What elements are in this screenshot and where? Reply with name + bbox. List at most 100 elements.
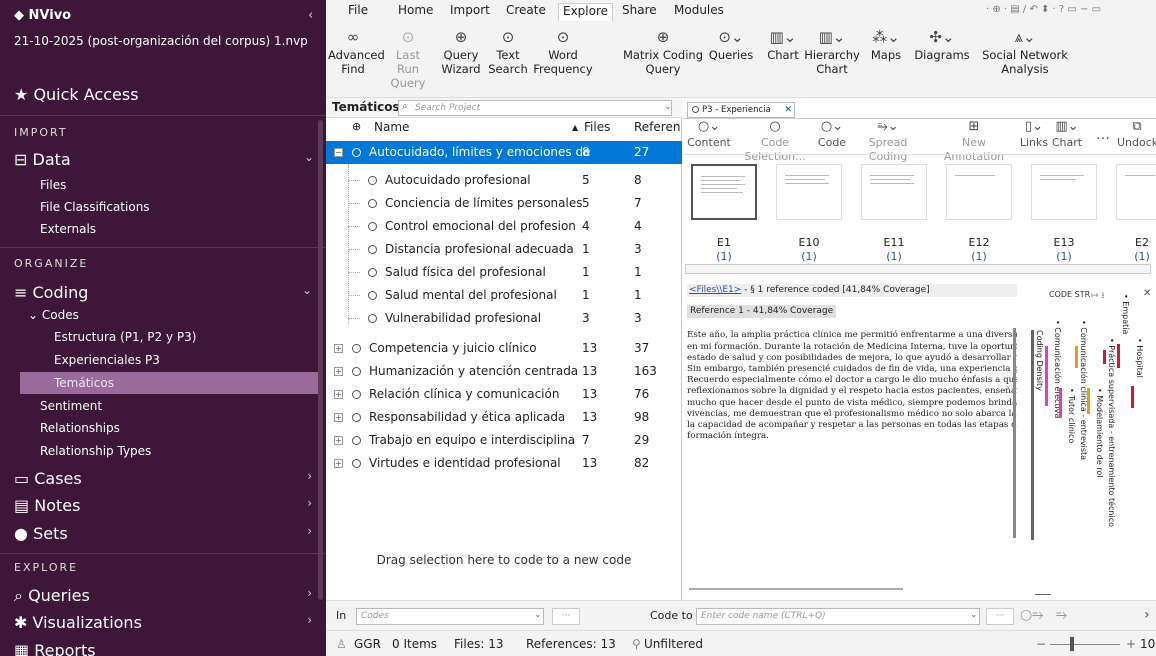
search-input[interactable]: Search Project [398, 100, 672, 116]
thumb-count[interactable]: (1) [1031, 250, 1097, 263]
zoom-in-icon[interactable]: + [1126, 631, 1136, 656]
close-icon[interactable]: ✕ [1143, 288, 1151, 299]
stripe-modelamiento-de-rol[interactable] [1087, 388, 1090, 414]
tab-p3-experiencia[interactable]: P3 - Experiencia ✕ [687, 102, 795, 118]
code-icon[interactable]: ○⥱ [1020, 607, 1043, 623]
table-row[interactable]: Conciencia de límites personales 5 7 [326, 192, 682, 215]
doc-hscrollbar[interactable] [689, 588, 903, 590]
nav-code-tematicos[interactable]: Temáticos [54, 376, 326, 390]
col-files[interactable]: Files [584, 120, 610, 134]
nav-codes[interactable]: ⌄ Codes [28, 308, 326, 322]
thumbnail-e1[interactable] [691, 164, 757, 220]
stripe-hospital[interactable] [1131, 386, 1134, 408]
thumbnail-e11[interactable] [861, 164, 927, 220]
expand-icon[interactable]: + [334, 390, 343, 399]
advanced-find-button[interactable]: ∞ Advanced Find [328, 26, 385, 94]
nav-reports[interactable]: ▦ Reports [14, 641, 324, 656]
code-button[interactable]: ○⌄ Code [817, 120, 847, 150]
content-button[interactable]: ○⌄ Content [685, 120, 733, 150]
doc-scrollbar[interactable] [1013, 328, 1016, 538]
last-run-query-button[interactable]: ⊙ Last Run Query [384, 26, 432, 94]
uncode-icon[interactable]: ⥱ [1056, 607, 1067, 623]
social-network-analysis-button[interactable]: ⩓⌄ Social Network Analysis [980, 26, 1070, 94]
chevron-down-icon[interactable]: ⌄ [664, 102, 672, 112]
thumbnail-e12[interactable] [946, 164, 1012, 220]
nav-sets[interactable]: ● Sets › [14, 524, 324, 543]
add-column-icon[interactable]: ⊕ [352, 120, 361, 133]
nav-file-classifications[interactable]: File Classifications [40, 200, 326, 214]
thumb-count[interactable]: (1) [776, 250, 842, 263]
table-row[interactable]: − Autocuidado, límites y emociones de 8 27 [326, 141, 682, 164]
thumbnail-e2[interactable] [1116, 164, 1156, 220]
expand-icon[interactable]: + [334, 436, 343, 445]
chart-button[interactable]: ▥⌄ Chart [1051, 120, 1083, 150]
quick-access[interactable]: ★ Quick Access [14, 85, 314, 104]
more-icon[interactable]: … [1093, 128, 1113, 142]
collapse-sidebar-button[interactable]: ‹ [308, 8, 313, 23]
nav-queries[interactable]: ⌕ Queries › [14, 586, 324, 606]
zoom-slider-thumb[interactable] [1070, 637, 1074, 651]
stripe-minimize-icon[interactable] [1035, 594, 1051, 595]
drag-to-code-zone[interactable]: Drag selection here to code to a new cod… [326, 553, 682, 567]
stripe-options-icon[interactable]: ↦ ⭳ [1091, 288, 1105, 304]
table-row[interactable]: + Responsabilidad y ética aplicada 13 98 [326, 406, 682, 429]
table-row[interactable]: Vulnerabilidad profesional 3 3 [326, 307, 682, 330]
undock-button[interactable]: ⧉ Undock [1117, 120, 1156, 150]
thumb-count[interactable]: (1) [946, 250, 1012, 263]
table-row[interactable]: + Humanización y atención centrada 13 163 [326, 360, 682, 383]
nav-code-estructura[interactable]: Estructura (P1, P2 y P3) [54, 330, 326, 344]
table-row[interactable]: Salud mental del profesional 1 1 [326, 284, 682, 307]
tab-file[interactable]: File [344, 3, 372, 21]
stripe-empatia[interactable] [1117, 344, 1120, 368]
col-name[interactable]: Name [374, 120, 409, 134]
chevron-right-icon[interactable]: › [1144, 607, 1150, 623]
table-row[interactable]: + Relación clínica y comunicación 13 76 [326, 383, 682, 406]
thumbnail-e10[interactable] [776, 164, 842, 220]
nav-notes[interactable]: ▤ Notes › [14, 496, 324, 515]
tab-modules[interactable]: Modules [670, 3, 728, 21]
spread-coding-button[interactable]: ⥱⌄ Spread Coding [849, 120, 927, 164]
tab-explore[interactable]: Explore [558, 3, 614, 21]
table-row[interactable]: + Trabajo en equipo e interdisciplina 7 29 [326, 429, 682, 452]
document-view[interactable]: <Files\\E1> - § 1 reference coded [41,84… [687, 284, 1017, 584]
word-frequency-button[interactable]: ⊙ Word Frequency [530, 26, 596, 94]
code-selection-button[interactable]: ○ Code Selection... [735, 120, 815, 164]
text-search-button[interactable]: ⊙ Text Search [488, 26, 528, 94]
thumbnail-e13[interactable] [1031, 164, 1097, 220]
thumb-count[interactable]: (1) [1129, 250, 1155, 263]
stripe-coding-density[interactable] [1031, 330, 1034, 540]
close-icon[interactable]: ✕ [784, 103, 792, 117]
tab-import[interactable]: Import [446, 3, 494, 21]
new-annotation-button[interactable]: ⊞ New Annotation [931, 120, 1017, 164]
expand-icon[interactable]: + [334, 367, 343, 376]
zoom-out-icon[interactable]: − [1036, 631, 1046, 656]
stripe-comunicacion-efectiva[interactable] [1045, 346, 1048, 406]
nav-files[interactable]: Files [40, 178, 326, 192]
matrix-coding-query-button[interactable]: ⊕ Matrix Coding Query [620, 26, 706, 94]
tab-share[interactable]: Share [618, 3, 661, 21]
table-row[interactable]: + Virtudes e identidad profesional 13 82 [326, 452, 682, 475]
collapse-icon[interactable]: − [334, 148, 343, 157]
expand-icon[interactable]: + [334, 459, 343, 468]
table-row[interactable]: Autocuidado profesional 5 8 [326, 169, 682, 192]
nav-cases[interactable]: ▭ Cases › [14, 469, 324, 488]
stripe-comunicacion-clinica[interactable] [1075, 346, 1078, 368]
nav-code-experienciales[interactable]: Experienciales P3 [54, 353, 326, 367]
browse-codes-button[interactable]: ··· [552, 608, 580, 625]
status-filter[interactable]: Unfiltered [644, 631, 703, 656]
queries-button[interactable]: ⊙⌄ Queries [706, 26, 756, 94]
nav-relationships[interactable]: Relationships [40, 421, 326, 435]
window-controls[interactable]: · ⊕ · ▤ ∕ ↶ ⬍ · ? ▭ − ▭ [986, 4, 1101, 15]
expand-icon[interactable]: + [334, 413, 343, 422]
table-row[interactable]: + Competencia y juicio clínico 13 37 [326, 337, 682, 360]
nav-data[interactable]: ⊟ Data ⌄ [6, 150, 326, 169]
code-name-input[interactable]: Enter code name (CTRL+Q) [696, 608, 980, 625]
maps-button[interactable]: ⁂⌄ Maps [866, 26, 906, 94]
stripe-tutor-clinico[interactable] [1059, 388, 1062, 418]
nav-externals[interactable]: Externals [40, 222, 326, 236]
browse-code-to-button[interactable]: ··· [986, 608, 1014, 625]
tab-home[interactable]: Home [394, 3, 437, 21]
codes-scope-input[interactable]: Codes [356, 608, 544, 625]
table-row[interactable]: Control emocional del profesion 4 4 [326, 215, 682, 238]
chevron-down-icon[interactable]: ⌄ [970, 610, 978, 620]
